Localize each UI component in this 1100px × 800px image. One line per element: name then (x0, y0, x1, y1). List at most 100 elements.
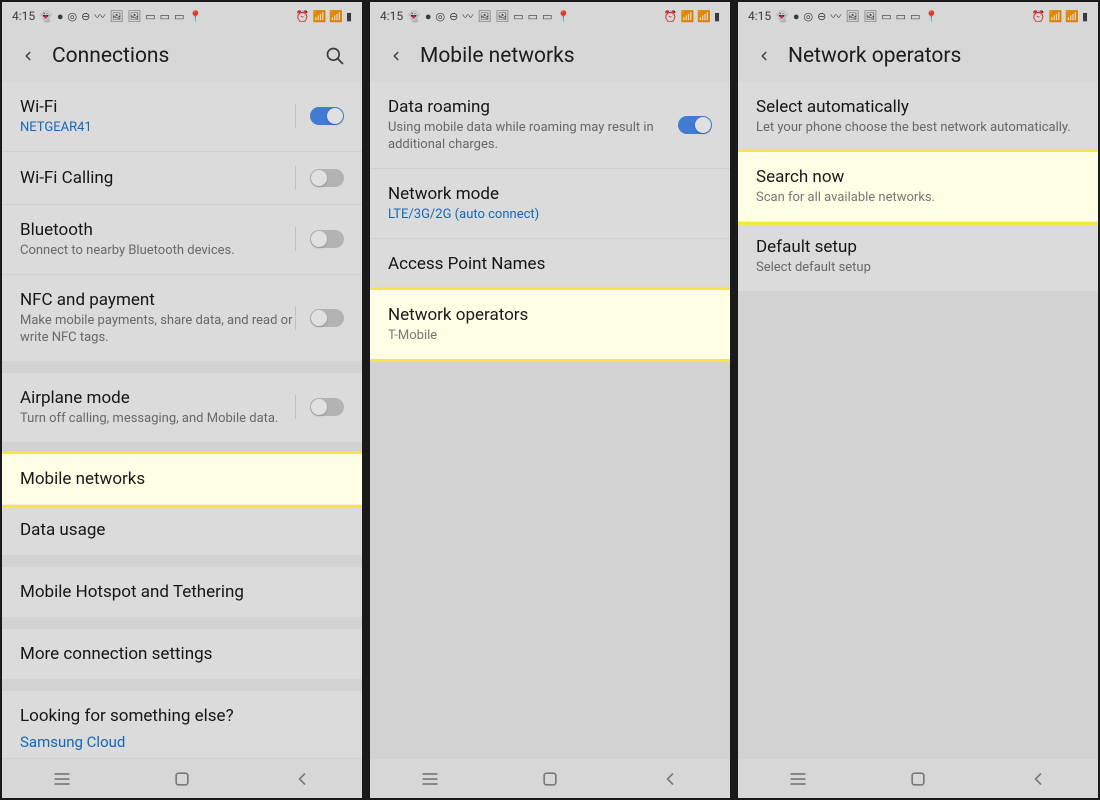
airplane-row[interactable]: Airplane modeTurn off calling, messaging… (2, 373, 362, 442)
signal-icon: 📶 (697, 10, 711, 23)
signal-icon: 📶 (681, 10, 695, 23)
rect-icon: ▭ (160, 10, 170, 23)
wifi-calling-row[interactable]: Wi-Fi Calling (2, 152, 362, 205)
divider (295, 166, 296, 190)
page-title: Mobile networks (420, 44, 714, 68)
header: Connections (2, 30, 362, 82)
nav-bar (2, 758, 362, 798)
page-title: Connections (52, 44, 324, 68)
header: Network operators (738, 30, 1098, 82)
status-time: 4:15 (748, 9, 771, 23)
nav-bar (738, 758, 1098, 798)
minus-icon: ⊖ (817, 10, 826, 23)
signal-icon: 📶 (313, 10, 327, 23)
circle-icon: ◎ (804, 10, 814, 23)
rect-icon: ▭ (881, 10, 891, 23)
home-button[interactable] (172, 769, 192, 789)
image-icon: 🖼 (127, 10, 141, 23)
row-sub: Select default setup (756, 260, 1080, 277)
apn-row[interactable]: Access Point Names (370, 239, 730, 290)
row-title: Network operators (388, 304, 712, 326)
roaming-toggle[interactable] (678, 116, 712, 134)
nav-back-button[interactable] (660, 769, 680, 789)
search-icon[interactable] (324, 45, 346, 67)
nav-back-button[interactable] (1028, 769, 1048, 789)
back-button[interactable] (18, 46, 38, 66)
wifi-calling-toggle[interactable] (310, 169, 344, 187)
home-button[interactable] (540, 769, 560, 789)
row-title: More connection settings (20, 643, 344, 665)
nav-bar (370, 758, 730, 798)
wave-icon: 〰 (462, 8, 473, 24)
nfc-toggle[interactable] (310, 309, 344, 327)
recents-button[interactable] (420, 769, 440, 789)
recents-button[interactable] (788, 769, 808, 789)
card: Looking for something else? Samsung Clou… (2, 691, 362, 758)
status-right: ⏰ 📶 📶 ▮ (296, 10, 352, 23)
signal-icon: 📶 (1049, 10, 1063, 23)
location-icon: 📍 (188, 10, 202, 23)
wifi-toggle[interactable] (310, 107, 344, 125)
bluetooth-row[interactable]: Bluetooth Connect to nearby Bluetooth dev… (2, 205, 362, 275)
status-right: ⏰ 📶 📶 ▮ (1032, 10, 1088, 23)
card: Data roamingUsing mobile data while roam… (370, 82, 730, 359)
data-roaming-row[interactable]: Data roamingUsing mobile data while roam… (370, 82, 730, 169)
bluetooth-toggle[interactable] (310, 230, 344, 248)
row-title: Bluetooth (20, 219, 295, 241)
status-bar: 4:15 👻 ● ◎ ⊖ 〰 🖼 🖼 ▭ ▭ ▭ 📍 ⏰ 📶 📶 ▮ (370, 2, 730, 30)
network-operators-row[interactable]: Network operatorsT-Mobile (370, 290, 730, 359)
row-sub: LTE/3G/2G (auto connect) (388, 207, 712, 224)
screen-mobile-networks: 4:15 👻 ● ◎ ⊖ 〰 🖼 🖼 ▭ ▭ ▭ 📍 ⏰ 📶 📶 ▮ Mobil… (370, 2, 730, 798)
snapchat-icon: 👻 (39, 10, 53, 23)
looking-row: Looking for something else? Samsung Clou… (2, 691, 362, 758)
row-title: Data roaming (388, 96, 678, 118)
location-icon: 📍 (556, 10, 570, 23)
search-now-row[interactable]: Search nowScan for all available network… (738, 152, 1098, 222)
more-settings-row[interactable]: More connection settings (2, 629, 362, 679)
battery-icon: ▮ (1082, 10, 1088, 23)
network-mode-row[interactable]: Network mode LTE/3G/2G (auto connect) (370, 169, 730, 239)
image-icon: 🖼 (109, 10, 123, 23)
select-auto-row[interactable]: Select automatically Let your phone choos… (738, 82, 1098, 152)
alarm-icon: ⏰ (1032, 10, 1046, 23)
row-title: Select automatically (756, 96, 1080, 118)
content[interactable]: Data roamingUsing mobile data while roam… (370, 82, 730, 758)
recents-button[interactable] (52, 769, 72, 789)
nfc-row[interactable]: NFC and paymentMake mobile payments, sha… (2, 275, 362, 361)
status-right: ⏰ 📶 📶 ▮ (664, 10, 720, 23)
row-title: Data usage (20, 519, 344, 541)
rect-icon: ▭ (528, 10, 538, 23)
dot-icon: ● (793, 10, 800, 23)
home-button[interactable] (908, 769, 928, 789)
row-sub: Let your phone choose the best network a… (756, 120, 1080, 137)
row-title: Search now (756, 166, 1080, 188)
snapchat-icon: 👻 (775, 10, 789, 23)
back-button[interactable] (386, 46, 406, 66)
screen-network-operators: 4:15 👻 ● ◎ ⊖ 〰 🖼 🖼 ▭ ▭ ▭ 📍 ⏰ 📶 📶 ▮ Netwo… (738, 2, 1098, 798)
content[interactable]: Wi-FiNETGEAR41 Wi-Fi Calling Bluetooth Co… (2, 82, 362, 758)
mobile-networks-row[interactable]: Mobile networks (2, 454, 362, 505)
card: Wi-FiNETGEAR41 Wi-Fi Calling Bluetooth Co… (2, 82, 362, 361)
data-usage-row[interactable]: Data usage (2, 505, 362, 555)
row-title: Access Point Names (388, 253, 712, 275)
status-left: 4:15 👻 ● ◎ ⊖ 〰 🖼 🖼 ▭ ▭ ▭ 📍 (380, 8, 570, 24)
rect-icon: ▭ (174, 10, 184, 23)
card: Mobile Hotspot and Tethering (2, 567, 362, 617)
samsung-cloud-link[interactable]: Samsung Cloud (20, 733, 344, 751)
row-title: Wi-Fi Calling (20, 167, 295, 189)
divider (295, 227, 296, 251)
row-title: Network mode (388, 183, 712, 205)
airplane-toggle[interactable] (310, 398, 344, 416)
rect-icon: ▭ (145, 10, 155, 23)
row-sub: Connect to nearby Bluetooth devices. (20, 243, 295, 260)
default-setup-row[interactable]: Default setupSelect default setup (738, 222, 1098, 291)
back-button[interactable] (754, 46, 774, 66)
image-icon: 🖼 (477, 10, 491, 23)
content[interactable]: Select automatically Let your phone choos… (738, 82, 1098, 758)
page-title: Network operators (788, 44, 1082, 68)
location-icon: 📍 (924, 10, 938, 23)
nav-back-button[interactable] (292, 769, 312, 789)
hotspot-row[interactable]: Mobile Hotspot and Tethering (2, 567, 362, 617)
minus-icon: ⊖ (81, 10, 90, 23)
wifi-row[interactable]: Wi-FiNETGEAR41 (2, 82, 362, 152)
